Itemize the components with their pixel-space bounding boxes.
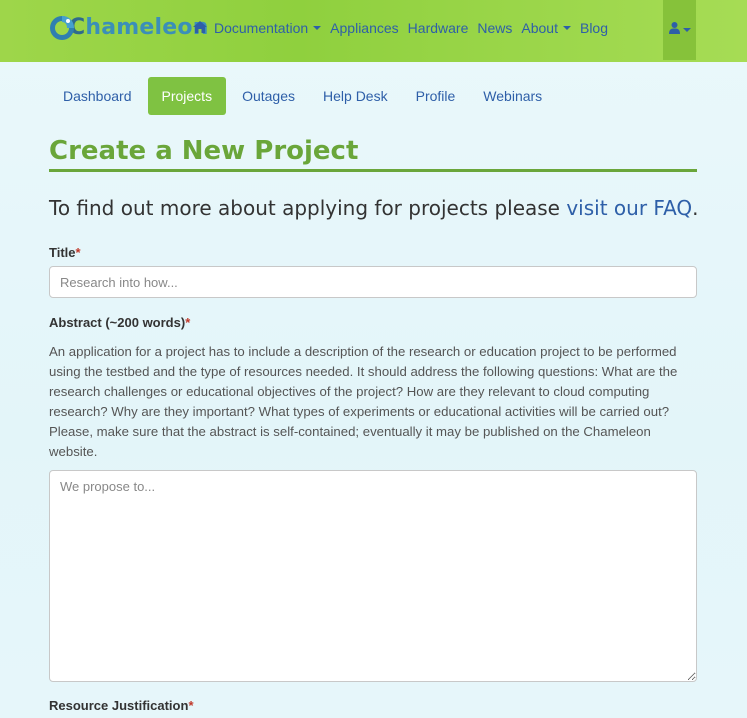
tab-projects[interactable]: Projects xyxy=(147,77,227,115)
chevron-down-icon xyxy=(682,28,691,32)
user-menu-button[interactable] xyxy=(663,0,696,60)
page-title: Create a New Project xyxy=(49,136,697,172)
home-icon[interactable] xyxy=(193,20,207,36)
tab-dashboard[interactable]: Dashboard xyxy=(49,77,146,115)
abstract-label: Abstract (~200 words)* xyxy=(49,315,191,330)
chameleon-logo-icon xyxy=(47,12,77,42)
title-label: Title* xyxy=(49,245,81,260)
tab-webinars[interactable]: Webinars xyxy=(469,77,556,115)
section-tabs: Dashboard Projects Outages Help Desk Pro… xyxy=(49,77,556,115)
tab-help-desk[interactable]: Help Desk xyxy=(309,77,402,115)
main-nav: Documentation Appliances Hardware News A… xyxy=(193,20,617,36)
chameleon-logo[interactable]: Chameleon xyxy=(47,10,209,44)
intro-text: To find out more about applying for proj… xyxy=(49,196,699,220)
tab-profile[interactable]: Profile xyxy=(402,77,470,115)
user-icon xyxy=(668,21,680,39)
abstract-textarea[interactable] xyxy=(49,470,697,682)
nav-about[interactable]: About xyxy=(521,20,571,36)
faq-link[interactable]: visit our FAQ xyxy=(566,196,692,220)
top-navbar: Chameleon Documentation Appliances Hardw… xyxy=(0,0,747,62)
chevron-down-icon xyxy=(562,26,571,30)
abstract-help-text: An application for a project has to incl… xyxy=(49,344,678,459)
nav-appliances[interactable]: Appliances xyxy=(330,20,399,36)
resource-justification-label: Resource Justification* xyxy=(49,698,194,713)
title-input[interactable] xyxy=(49,266,697,298)
nav-blog[interactable]: Blog xyxy=(580,20,608,36)
tab-outages[interactable]: Outages xyxy=(228,77,309,115)
logo-wordmark: Chameleon xyxy=(69,14,209,40)
nav-documentation[interactable]: Documentation xyxy=(214,20,322,36)
nav-news[interactable]: News xyxy=(477,20,512,36)
chevron-down-icon xyxy=(313,26,322,30)
nav-hardware[interactable]: Hardware xyxy=(408,20,469,36)
